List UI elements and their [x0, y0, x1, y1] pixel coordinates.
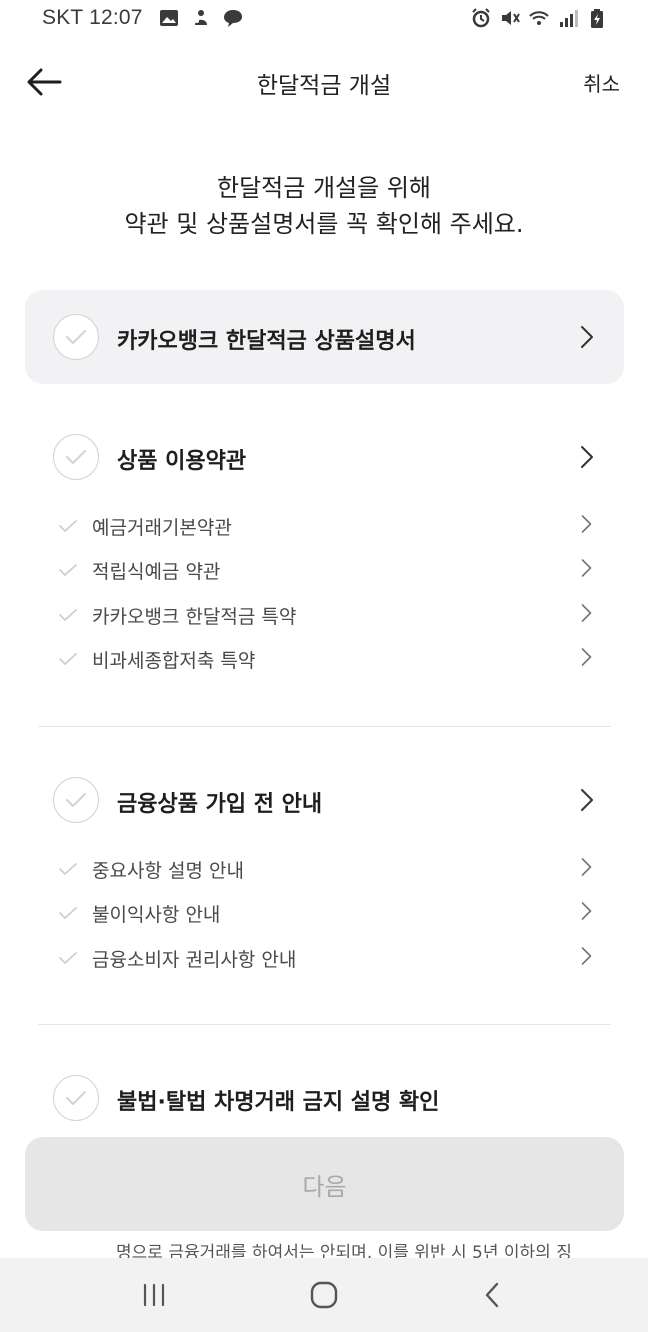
system-nav-bar: [0, 1258, 648, 1332]
chevron-right-icon: [581, 515, 592, 533]
footer-notice-text: 명으로 금융거래를 하여서는 안되며, 이를 위반 시 5년 이하의 징: [0, 1232, 648, 1258]
check-icon: [59, 520, 77, 532]
list-item-label: 비과세종합저축 특약: [92, 650, 256, 672]
check-circle[interactable]: [53, 1075, 99, 1121]
status-left-icons: [158, 7, 244, 29]
back-icon: [485, 1282, 499, 1308]
image-icon: [160, 10, 178, 26]
list-item-label: 적립식예금 약관: [92, 561, 221, 583]
signal-icon: [560, 10, 578, 27]
section-label: 카카오뱅크 한달적금 상품설명서: [117, 329, 416, 354]
intro-line-2: 약관 및 상품설명서를 꼭 확인해 주세요.: [124, 210, 524, 238]
chevron-right-icon: [581, 604, 592, 622]
check-icon: [59, 952, 77, 964]
next-button[interactable]: 다음: [25, 1137, 624, 1231]
alarm-icon: [472, 8, 490, 28]
check-icon: [66, 1091, 86, 1105]
list-item[interactable]: 비과세종합저축 특약: [58, 641, 598, 675]
list-item-label: 카카오뱅크 한달적금 특약: [92, 606, 297, 628]
cancel-button[interactable]: 취소: [583, 68, 620, 97]
check-icon: [66, 793, 86, 807]
divider: [38, 1024, 611, 1025]
status-bar: SKT 12:07: [0, 0, 648, 40]
chevron-right-icon: [581, 446, 593, 468]
list-item-label: 예금거래기본약관: [92, 517, 232, 539]
list-item-label: 중요사항 설명 안내: [92, 860, 244, 882]
chevron-right-icon: [581, 559, 592, 577]
check-icon: [59, 907, 77, 919]
list-item[interactable]: 카카오뱅크 한달적금 특약: [58, 597, 598, 631]
section-row-product-terms[interactable]: 상품 이용약관: [25, 427, 624, 487]
section-row-product-description[interactable]: 카카오뱅크 한달적금 상품설명서: [25, 307, 624, 367]
chevron-right-icon: [581, 947, 592, 965]
section-label: 금융상품 가입 전 안내: [117, 792, 323, 817]
list-item[interactable]: 금융소비자 권리사항 안내: [58, 940, 598, 974]
check-icon: [59, 609, 77, 621]
section-label: 불법·탈법 차명거래 금지 설명 확인: [117, 1090, 440, 1115]
app-icon: [195, 10, 207, 25]
check-circle[interactable]: [53, 434, 99, 480]
list-item-label: 불이익사항 안내: [92, 904, 221, 926]
list-item[interactable]: 중요사항 설명 안내: [58, 851, 598, 885]
list-item[interactable]: 예금거래기본약관: [58, 508, 598, 542]
chevron-right-icon: [581, 902, 592, 920]
check-icon: [59, 863, 77, 875]
system-back-button[interactable]: [462, 1275, 522, 1315]
app-header: 한달적금 개설 취소: [0, 48, 648, 114]
mute-icon: [502, 11, 520, 25]
divider: [38, 726, 611, 727]
home-button[interactable]: [294, 1275, 354, 1315]
check-circle[interactable]: [53, 314, 99, 360]
page-title: 한달적금 개설: [256, 73, 392, 99]
list-item[interactable]: 적립식예금 약관: [58, 552, 598, 586]
intro-text: 한달적금 개설을 위해 약관 및 상품설명서를 꼭 확인해 주세요.: [0, 170, 648, 242]
footer-notice-line: 명으로 금융거래를 하여서는 안되며, 이를 위반 시 5년 이하의 징: [116, 1243, 572, 1258]
check-circle[interactable]: [53, 777, 99, 823]
home-icon: [310, 1281, 338, 1309]
section-label: 상품 이용약관: [117, 449, 247, 474]
chevron-right-icon: [581, 789, 593, 811]
wifi-icon: [529, 11, 549, 25]
check-icon: [66, 330, 86, 344]
chat-icon: [224, 10, 242, 27]
recent-apps-icon: [143, 1283, 165, 1307]
time-label: 12:07: [89, 6, 143, 29]
status-right-icons: [470, 7, 608, 29]
check-icon: [59, 564, 77, 576]
status-carrier-time: SKT 12:07: [42, 6, 143, 30]
section-row-pre-enrollment-notice[interactable]: 금융상품 가입 전 안내: [25, 770, 624, 830]
chevron-right-icon: [581, 326, 593, 348]
recent-apps-button[interactable]: [124, 1275, 184, 1315]
intro-line-1: 한달적금 개설을 위해: [217, 174, 431, 202]
chevron-right-icon: [581, 858, 592, 876]
list-item-label: 금융소비자 권리사항 안내: [92, 949, 297, 971]
chevron-right-icon: [581, 648, 592, 666]
section-row-borrowed-name-notice[interactable]: 불법·탈법 차명거래 금지 설명 확인: [25, 1068, 624, 1128]
list-item[interactable]: 불이익사항 안내: [58, 895, 598, 929]
check-icon: [59, 653, 77, 665]
check-icon: [66, 450, 86, 464]
battery-charging-icon: [591, 9, 603, 28]
carrier-label: SKT: [42, 6, 84, 29]
